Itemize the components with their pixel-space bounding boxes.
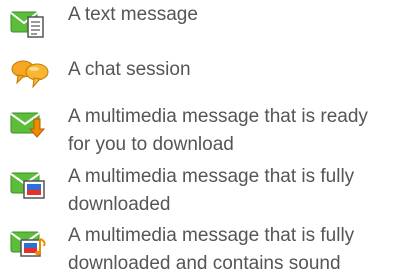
legend-line: A multimedia message that is fully (68, 166, 355, 187)
legend-line: for you to download (68, 134, 234, 155)
multimedia-download-ready-icon (10, 107, 50, 141)
legend-text: A text message (68, 1, 408, 29)
legend-line: A chat session (68, 59, 191, 80)
legend-text: A multimedia message that is fully downl… (68, 222, 408, 273)
multimedia-downloaded-icon (10, 168, 50, 202)
legend-text: A chat session (68, 56, 408, 84)
legend-line: downloaded and contains sound (68, 253, 341, 273)
legend-line: A multimedia message that is ready (68, 106, 368, 127)
legend-line: A multimedia message that is fully (68, 225, 355, 246)
text-message-icon (10, 6, 50, 40)
legend-text: A multimedia message that is fully downl… (68, 163, 408, 219)
legend-line: downloaded (68, 194, 171, 215)
chat-session-icon (10, 57, 50, 91)
legend-text: A multimedia message that is ready for y… (68, 103, 408, 159)
multimedia-sound-icon (10, 227, 50, 261)
legend-line: A text message (68, 4, 198, 25)
